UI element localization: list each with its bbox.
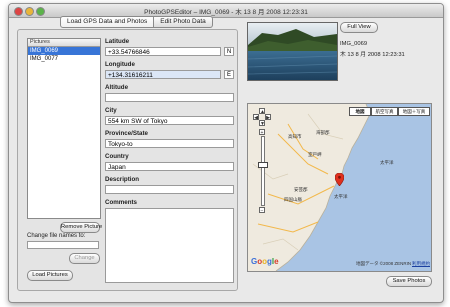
description-field[interactable] <box>105 185 234 194</box>
map-tiles <box>248 104 371 271</box>
map-terms-link[interactable]: 利用規約 <box>412 261 430 267</box>
load-pictures-button[interactable]: Load Pictures <box>27 270 73 281</box>
photo-date: 木 13 8 月 2008 12:23:31 <box>340 52 405 58</box>
map-type-hybrid[interactable]: 地図＋写真 <box>398 107 430 116</box>
comments-textarea[interactable] <box>105 208 234 283</box>
map-label-kochi: 高知市 <box>288 134 302 139</box>
tab-bar: Load GPS Data and Photos Edit Photo Data <box>60 16 213 28</box>
description-label: Description <box>105 176 140 183</box>
list-item[interactable]: IMG_0077 <box>28 55 100 63</box>
longitude-label: Longitude <box>105 61 135 68</box>
rename-label: Change file names to: <box>27 233 86 239</box>
photo-name: IMG_0069 <box>340 41 368 47</box>
latitude-hemisphere[interactable]: N <box>224 47 234 56</box>
city-field[interactable]: 554 km SW of Tokyo <box>105 116 234 125</box>
province-field[interactable]: Tokyo-to <box>105 139 234 148</box>
rename-input[interactable] <box>27 241 99 249</box>
country-field[interactable]: Japan <box>105 162 234 171</box>
latitude-field[interactable]: +33.54766846 <box>105 47 221 56</box>
comments-label: Comments <box>105 199 137 206</box>
city-label: City <box>105 107 117 114</box>
altitude-label: Altitude <box>105 84 129 91</box>
map-label-mountains: 四国山脈 <box>284 197 302 202</box>
photo-thumbnail-image <box>248 23 337 80</box>
pan-down-control[interactable]: ▼ <box>259 120 265 127</box>
latitude-label: Latitude <box>105 38 130 45</box>
change-button[interactable]: Change <box>69 253 100 264</box>
country-label: Country <box>105 153 129 160</box>
province-label: Province/State <box>105 130 148 137</box>
zoom-slider-handle[interactable] <box>258 162 268 168</box>
pictures-list-header: Pictures <box>28 39 100 47</box>
tab-load-gps[interactable]: Load GPS Data and Photos <box>60 16 155 28</box>
pan-right-control[interactable]: ▶ <box>265 114 271 121</box>
map-type-satellite[interactable]: 航空写真 <box>371 107 398 116</box>
map-label-pacific-2: 太平洋 <box>334 194 348 199</box>
window-title: PhotoGPSEditor – IMG_0069 - 木 13 8 月 200… <box>144 9 308 16</box>
map-label-kaifu: 海部郡 <box>316 130 330 135</box>
longitude-hemisphere[interactable]: E <box>224 70 234 79</box>
map-label-pacific: 太平洋 <box>380 160 394 165</box>
zoom-in-button[interactable]: + <box>259 129 265 136</box>
altitude-field[interactable] <box>105 93 234 102</box>
photo-preview <box>247 22 338 81</box>
pictures-list[interactable]: Pictures IMG_0069 IMG_0077 <box>27 38 101 219</box>
map-copyright: 地図データ ©2008 ZENRIN - <box>356 261 414 266</box>
tab-edit-photo-data[interactable]: Edit Photo Data <box>154 16 213 28</box>
zoom-slider-track[interactable] <box>261 136 265 206</box>
remove-picture-button[interactable]: Remove Picture <box>60 222 102 233</box>
full-view-button[interactable]: Full View <box>340 22 378 33</box>
save-photos-button[interactable]: Save Photos <box>386 276 432 287</box>
zoom-out-button[interactable]: − <box>259 207 265 214</box>
location-marker-icon[interactable] <box>335 173 344 186</box>
google-logo: Google <box>251 257 279 266</box>
map-label-muroto: 室戸岬 <box>308 152 322 157</box>
map-type-map[interactable]: 地図 <box>349 107 371 116</box>
map-label-aki: 安芸郡 <box>294 187 308 192</box>
longitude-field[interactable]: +134.31616211 <box>105 70 221 79</box>
list-item[interactable]: IMG_0069 <box>28 47 100 55</box>
map-view[interactable]: 地図 航空写真 地図＋写真 ▲ ◀ ▶ ▼ + − 高知市 室戸岬 海部郡 太平… <box>247 103 432 272</box>
